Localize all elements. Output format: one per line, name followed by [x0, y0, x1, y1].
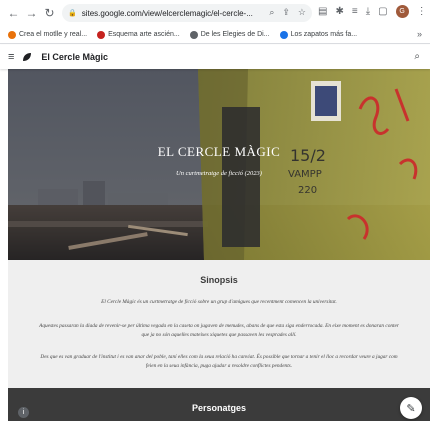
more-bookmarks-icon[interactable]: » [417, 29, 422, 39]
edit-pencil-icon[interactable]: ✎ [400, 397, 422, 419]
reload-icon[interactable]: ↻ [42, 6, 57, 21]
puzzle-icon[interactable]: ✱ [335, 6, 343, 17]
sinopsis-section: Sinopsis El Cercle Màgic és un curtmetra… [8, 260, 430, 388]
url-text: sites.google.com/view/elcerclemagic/el-c… [81, 8, 253, 18]
extension-icon[interactable]: ▤ [318, 6, 327, 17]
site-title[interactable]: El Cercle Màgic [41, 52, 108, 62]
bookmark-item[interactable]: Esquema arte ascién... [97, 30, 180, 39]
hero-title: EL CERCLE MÀGIC [157, 144, 281, 159]
browser-toolbar: ← → ↻ 🔒 sites.google.com/view/elcerclema… [0, 0, 430, 26]
zoom-icon[interactable]: ⌕ [269, 7, 274, 18]
site-logo-icon [23, 53, 32, 61]
lock-icon: 🔒 [68, 10, 77, 17]
profile-avatar[interactable]: G [395, 5, 409, 18]
sinopsis-paragraph: El Cercle Màgic és un curtmetratge de fi… [101, 299, 337, 305]
bookmark-favicon-icon [189, 30, 198, 39]
hero-subtitle: Un curtmetratge de ficció (2023) [176, 170, 262, 177]
back-icon[interactable]: ← [6, 6, 21, 21]
bookmark-favicon-icon [279, 30, 288, 39]
star-icon[interactable]: ☆ [298, 7, 306, 18]
bookmark-favicon-icon [97, 30, 106, 39]
bookmark-favicon-icon [8, 30, 16, 39]
forward-icon[interactable]: → [24, 6, 39, 21]
hero-background-image: 15/2 VAMPP 220 [8, 69, 430, 260]
graffiti-text-3: 220 [298, 185, 317, 196]
bookmark-item[interactable]: De les Elegies de Di... [189, 30, 270, 39]
hamburger-menu-icon[interactable]: ≡ [8, 51, 14, 63]
sinopsis-paragraph: Aquestes passaran la diada de revenir-se… [39, 323, 399, 338]
download-icon[interactable]: ⤓ [366, 6, 370, 17]
search-icon[interactable]: ⌕ [414, 51, 420, 62]
section-heading: Sinopsis [200, 275, 238, 285]
share-icon[interactable]: ⇪ [282, 7, 290, 18]
playlist-icon[interactable]: ≡ [352, 6, 358, 17]
sidepanel-icon[interactable]: ▢ [378, 6, 387, 17]
sinopsis-paragraph: Des que es van graduar de l'institut i e… [40, 354, 398, 369]
section-heading: Personatges [191, 403, 247, 413]
address-bar[interactable]: 🔒 sites.google.com/view/elcerclemagic/el… [62, 4, 312, 22]
site-header: ≡ El Cercle Màgic ⌕ [0, 45, 430, 69]
personatges-section: i Personatges ✎ [8, 388, 430, 421]
bookmark-item[interactable]: Crea el motlle y real... [8, 30, 87, 39]
hero-banner: 15/2 VAMPP 220 EL CERCLE MÀGIC Un curtme… [8, 69, 430, 260]
bookmark-item[interactable]: Los zapatos más fa... [279, 30, 357, 39]
bookmarks-bar: Crea el motlle y real... Esquema arte as… [0, 26, 430, 44]
kebab-menu-icon[interactable]: ⋮ [417, 6, 427, 17]
